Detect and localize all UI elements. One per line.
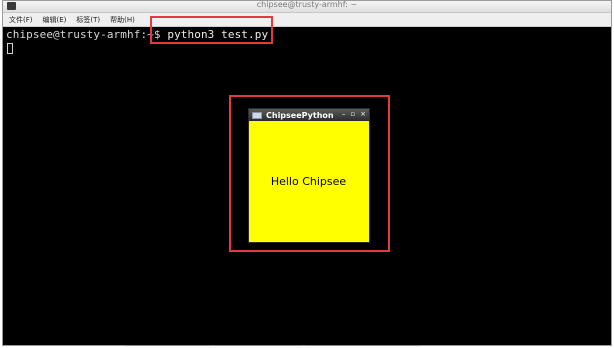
window-titlebar[interactable]: chipsee@trusty-armhf: ~ [3, 1, 611, 13]
menu-help[interactable]: 帮助(H) [110, 15, 135, 25]
taskbar-divider [124, 345, 212, 346]
taskbar-divider [214, 345, 302, 346]
menubar: 文件(F) 编辑(E) 标签(T) 帮助(H) [3, 13, 611, 27]
menu-edit[interactable]: 编辑(E) [43, 15, 67, 25]
terminal-cursor [7, 43, 13, 54]
window-title: chipsee@trusty-armhf: ~ [256, 0, 358, 9]
window-highlight-box [229, 95, 390, 252]
menu-file[interactable]: 文件(F) [9, 15, 33, 25]
terminal-prompt: chipsee@trusty-armhf:~$ [6, 28, 168, 41]
taskbar-divider [305, 345, 421, 346]
command-highlight-box [150, 16, 273, 44]
menu-tabs[interactable]: 标签(T) [76, 15, 100, 25]
